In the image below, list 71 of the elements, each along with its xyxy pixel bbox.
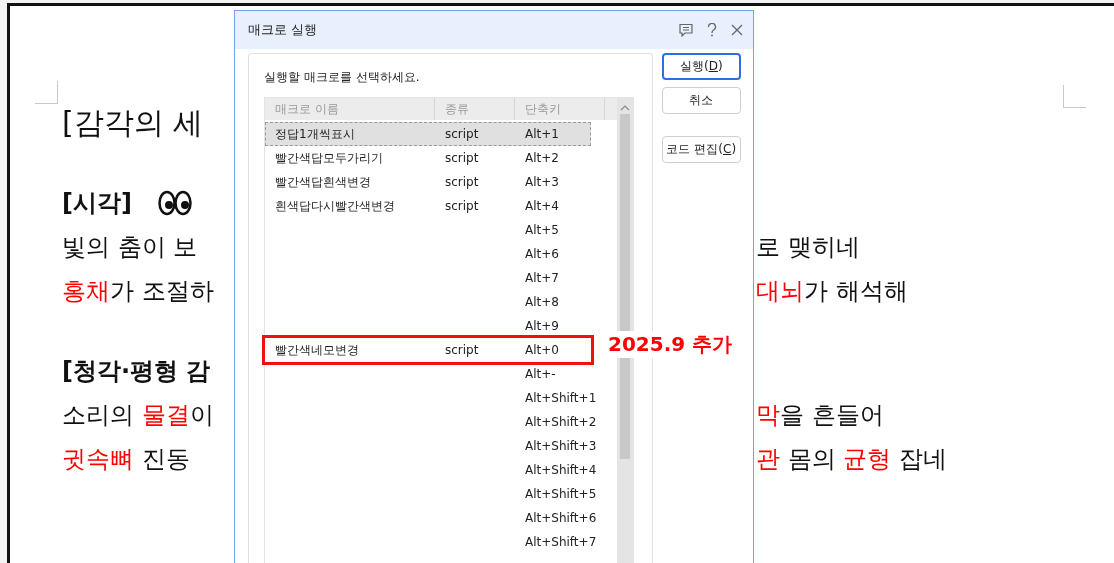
highlighted-text: 귓속뼈: [62, 444, 134, 475]
crop-mark: [35, 81, 58, 104]
macro-row[interactable]: 빨간색네모변경 script Alt+0: [265, 338, 591, 362]
shortcut-key: Alt+7: [525, 271, 559, 285]
document-text: 을 흔들어: [780, 400, 884, 431]
document-text: [감각의 세: [62, 103, 204, 142]
macro-type: script: [445, 151, 479, 165]
highlighted-text: 균형: [843, 444, 892, 475]
shortcut-key: Alt+9: [525, 319, 559, 333]
shortcut-key: Alt+4: [525, 199, 559, 213]
macro-row[interactable]: Alt+6: [265, 242, 591, 266]
shortcut-key: Alt+Shift+7: [525, 535, 597, 549]
shortcut-key: Alt+1: [525, 127, 559, 141]
shortcut-key: Alt+3: [525, 175, 559, 189]
macro-row[interactable]: 흰색답다시빨간색변경 script Alt+4: [265, 194, 591, 218]
help-icon[interactable]: [707, 23, 717, 37]
macro-row[interactable]: Alt+7: [265, 266, 591, 290]
macro-row[interactable]: Alt+8: [265, 290, 591, 314]
macro-name: 빨간색네모변경: [275, 342, 359, 357]
shortcut-key: Alt+-: [525, 367, 556, 381]
highlighted-text: 홍채: [62, 276, 110, 307]
dialog-button[interactable]: 실행(D): [661, 53, 741, 80]
document-text: 로 맺히네: [756, 232, 860, 263]
macro-row[interactable]: Alt+9: [265, 314, 591, 338]
macro-type: script: [445, 175, 479, 189]
shortcut-key: Alt+5: [525, 223, 559, 237]
highlighted-text: 관: [756, 444, 780, 475]
shortcut-key: Alt+8: [525, 295, 559, 309]
document-text: 가 해석해: [804, 276, 908, 307]
highlighted-text: 막: [756, 400, 780, 431]
macro-type: script: [445, 343, 479, 357]
macro-row[interactable]: 빨간색답모두가리기 script Alt+2: [265, 146, 591, 170]
macro-name: 빨간색답흰색변경: [275, 174, 371, 189]
prompt-label: 실행할 매크로를 선택하세요.: [264, 69, 421, 86]
annotation-label: 2025.9 추가: [606, 331, 735, 358]
shortcut-key: Alt+Shift+3: [525, 439, 597, 453]
document-text: 빛의 춤이 보: [62, 232, 198, 263]
document-text: 진동: [140, 444, 190, 475]
macro-type: script: [445, 199, 479, 213]
highlighted-text: 물결: [141, 400, 190, 431]
crop-mark: [1063, 85, 1086, 108]
comment-icon[interactable]: [679, 23, 693, 37]
document-text: 몸의: [786, 444, 837, 475]
macro-name: 흰색답다시빨간색변경: [275, 198, 395, 213]
dialog-title: 매크로 실행: [248, 21, 319, 39]
document-text: 이: [189, 400, 214, 431]
macro-name: 정답1개씩표시: [275, 126, 355, 141]
shortcut-key: Alt+Shift+2: [525, 415, 597, 429]
dialog-button[interactable]: 취소: [661, 87, 741, 114]
dialog-button[interactable]: 코드 편집(C): [661, 136, 741, 163]
shortcut-key: Alt+Shift+5: [525, 487, 597, 501]
shortcut-key: Alt+Shift+1: [525, 391, 597, 405]
macro-row[interactable]: 빨간색답흰색변경 script Alt+3: [265, 170, 591, 194]
highlighted-text: 대뇌: [756, 276, 804, 307]
document-text: 소리의: [62, 400, 135, 431]
document-text: 가 조절하: [110, 276, 214, 307]
document-text: 잡네: [897, 444, 947, 475]
scroll-up-icon[interactable]: [620, 104, 630, 112]
macro-row[interactable]: Alt+-: [265, 362, 591, 386]
document-text: [시각]: [62, 188, 132, 219]
shortcut-key: Alt+2: [525, 151, 559, 165]
macro-row[interactable]: 정답1개씩표시 script Alt+1: [265, 122, 591, 146]
shortcut-key: Alt+Shift+4: [525, 463, 597, 477]
close-icon[interactable]: [731, 24, 743, 36]
shortcut-key: Alt+0: [525, 343, 559, 357]
shortcut-key: Alt+Shift+6: [525, 511, 597, 525]
shortcut-key: Alt+6: [525, 247, 559, 261]
macro-row[interactable]: Alt+5: [265, 218, 591, 242]
document-text: [청각·평형 감: [62, 356, 211, 387]
macro-type: script: [445, 127, 479, 141]
macro-name: 빨간색답모두가리기: [275, 150, 383, 165]
